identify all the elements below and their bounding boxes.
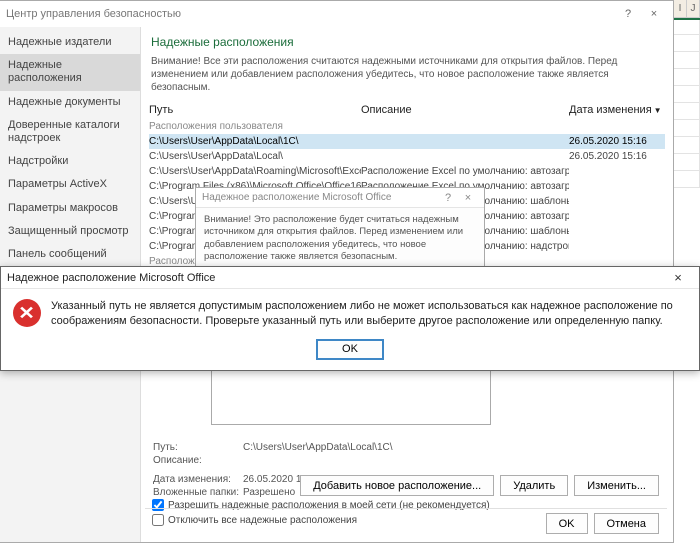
- col-header-desc[interactable]: Описание: [361, 104, 569, 116]
- row-path: C:\Users\User\AppData\Local\1C\: [149, 135, 361, 148]
- row-date: [569, 180, 665, 193]
- inner-dialog-title: Надежное расположение Microsoft Office: [202, 192, 438, 203]
- actions-row: Добавить новое расположение... Удалить И…: [145, 475, 667, 496]
- detail-desc-label: Описание:: [153, 455, 243, 466]
- modify-button[interactable]: Изменить...: [574, 475, 659, 496]
- remove-button[interactable]: Удалить: [500, 475, 568, 496]
- excel-cell[interactable]: [674, 18, 700, 35]
- excel-cell[interactable]: [674, 120, 700, 137]
- sidebar-item-trusted-documents[interactable]: Надежные документы: [0, 91, 140, 114]
- detail-path-value: C:\Users\User\AppData\Local\1C\: [243, 442, 393, 453]
- row-path: C:\Users\User\AppData\Local\: [149, 150, 361, 163]
- row-date: 26.05.2020 15:16: [569, 135, 665, 148]
- sidebar-item-trusted-publishers[interactable]: Надежные издатели: [0, 31, 140, 54]
- row-date: [569, 210, 665, 223]
- error-message: Указанный путь не является допустимым ра…: [51, 299, 687, 329]
- excel-cell[interactable]: [674, 86, 700, 103]
- row-date: 26.05.2020 15:16: [569, 150, 665, 163]
- excel-col-header[interactable]: J: [687, 0, 700, 17]
- location-row[interactable]: C:\Users\User\AppData\Roaming\Microsoft\…: [149, 164, 665, 179]
- inner-warning: Внимание! Это расположение будет считать…: [204, 214, 476, 263]
- inner-help-button[interactable]: ?: [438, 192, 458, 204]
- row-date: [569, 195, 665, 208]
- panel-warning: Внимание! Все эти расположения считаются…: [149, 55, 665, 102]
- col-header-date[interactable]: Дата изменения ▼: [569, 104, 665, 116]
- dialog-title: Центр управления безопасностью: [6, 8, 615, 20]
- error-icon: ✕: [13, 299, 41, 327]
- row-date: [569, 225, 665, 238]
- close-button[interactable]: ×: [641, 8, 667, 20]
- trust-center-cancel-button[interactable]: Отмена: [594, 513, 659, 534]
- dialog-footer: OK Отмена: [145, 508, 667, 538]
- sidebar-item-protected-view[interactable]: Защищенный просмотр: [0, 220, 140, 243]
- excel-cell[interactable]: [674, 137, 700, 154]
- excel-cell[interactable]: [674, 154, 700, 171]
- sort-descending-icon: ▼: [654, 106, 662, 115]
- excel-cell[interactable]: [674, 52, 700, 69]
- sidebar-item-addin-catalogs[interactable]: Доверенные каталоги надстроек: [0, 114, 140, 150]
- group-user-locations: Расположения пользователя: [149, 119, 665, 134]
- error-title: Надежное расположение Microsoft Office: [7, 272, 663, 284]
- panel-title: Надежные расположения: [149, 31, 665, 55]
- help-button[interactable]: ?: [615, 8, 641, 20]
- trust-center-ok-button[interactable]: OK: [546, 513, 588, 534]
- excel-cell[interactable]: [674, 35, 700, 52]
- excel-cell[interactable]: [674, 69, 700, 86]
- location-row[interactable]: C:\Users\User\AppData\Local\ 26.05.2020 …: [149, 149, 665, 164]
- sidebar-item-macros[interactable]: Параметры макросов: [0, 197, 140, 220]
- col-header-date-label: Дата изменения: [569, 104, 652, 116]
- row-desc: [361, 150, 569, 163]
- sidebar-item-addins[interactable]: Надстройки: [0, 150, 140, 173]
- sidebar-item-message-bar[interactable]: Панель сообщений: [0, 243, 140, 266]
- excel-selection-border: [674, 18, 700, 20]
- row-path: C:\Users\User\AppData\Roaming\Microsoft\…: [149, 165, 361, 178]
- sidebar-item-activex[interactable]: Параметры ActiveX: [0, 173, 140, 196]
- description-textarea[interactable]: [211, 363, 491, 425]
- excel-col-header[interactable]: I: [674, 0, 687, 17]
- detail-path-label: Путь:: [153, 442, 243, 453]
- inner-titlebar: Надежное расположение Microsoft Office ?…: [196, 188, 484, 208]
- row-date: [569, 240, 665, 253]
- excel-cell[interactable]: [674, 103, 700, 120]
- sidebar-item-trusted-locations[interactable]: Надежные расположения: [0, 54, 140, 90]
- list-header: Путь Описание Дата изменения ▼: [149, 102, 665, 119]
- error-dialog: Надежное расположение Microsoft Office ×…: [0, 266, 700, 371]
- add-location-button[interactable]: Добавить новое расположение...: [300, 475, 494, 496]
- col-header-path[interactable]: Путь: [149, 104, 361, 116]
- row-date: [569, 165, 665, 178]
- row-desc: Расположение Excel по умолчанию: автозаг…: [361, 165, 569, 178]
- error-close-button[interactable]: ×: [663, 270, 693, 285]
- row-desc: [361, 135, 569, 148]
- excel-cell[interactable]: [674, 171, 700, 188]
- error-titlebar: Надежное расположение Microsoft Office ×: [1, 267, 699, 289]
- error-ok-button[interactable]: OK: [316, 339, 384, 360]
- titlebar: Центр управления безопасностью ? ×: [0, 1, 673, 27]
- inner-close-button[interactable]: ×: [458, 192, 478, 204]
- location-row[interactable]: C:\Users\User\AppData\Local\1C\ 26.05.20…: [149, 134, 665, 149]
